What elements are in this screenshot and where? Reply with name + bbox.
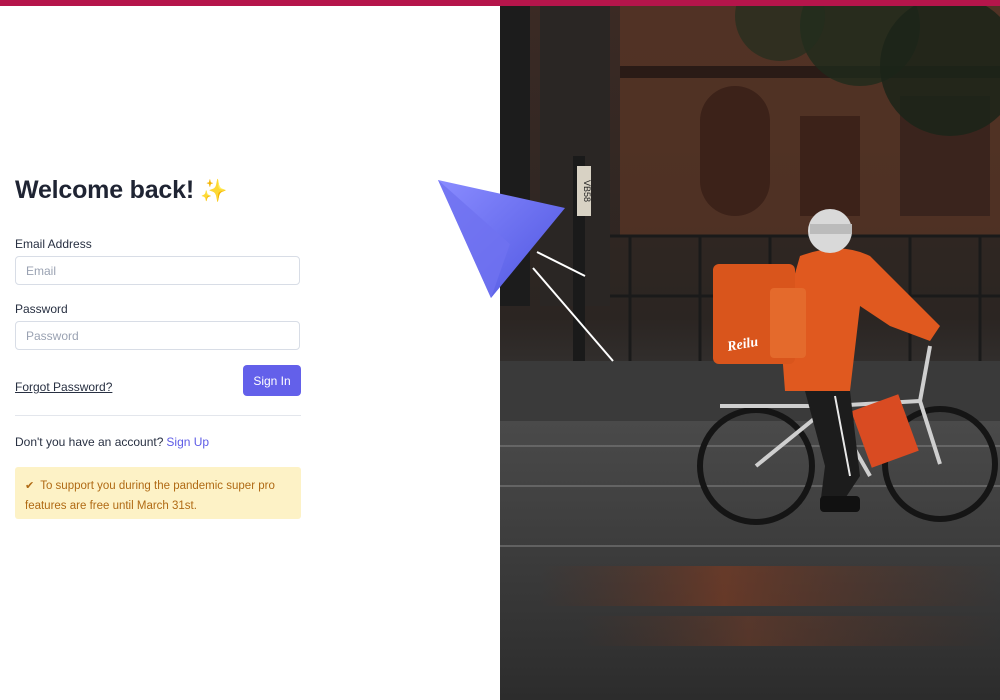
signup-prompt-text: Don't you have an account?: [15, 435, 164, 449]
paper-plane-icon: [438, 180, 614, 362]
password-label: Password: [15, 302, 68, 316]
pandemic-notice: ✔ To support you during the pandemic supe…: [15, 467, 301, 519]
divider: [15, 415, 301, 416]
password-field[interactable]: [15, 321, 300, 350]
notice-text: To support you during the pandemic super…: [25, 480, 275, 512]
email-field[interactable]: [15, 256, 300, 285]
login-panel: [0, 6, 500, 700]
sparkles-icon: ✨: [199, 178, 228, 203]
page-title: Welcome back! ✨: [15, 176, 227, 205]
signup-prompt: Don't you have an account? Sign Up: [15, 435, 209, 449]
check-icon: ✔: [25, 480, 35, 492]
page-title-text: Welcome back!: [15, 176, 194, 204]
forgot-password-link[interactable]: Forgot Password?: [15, 380, 112, 394]
email-label: Email Address: [15, 237, 92, 251]
sign-in-button[interactable]: Sign In: [243, 365, 301, 396]
sign-up-link[interactable]: Sign Up: [166, 435, 209, 449]
